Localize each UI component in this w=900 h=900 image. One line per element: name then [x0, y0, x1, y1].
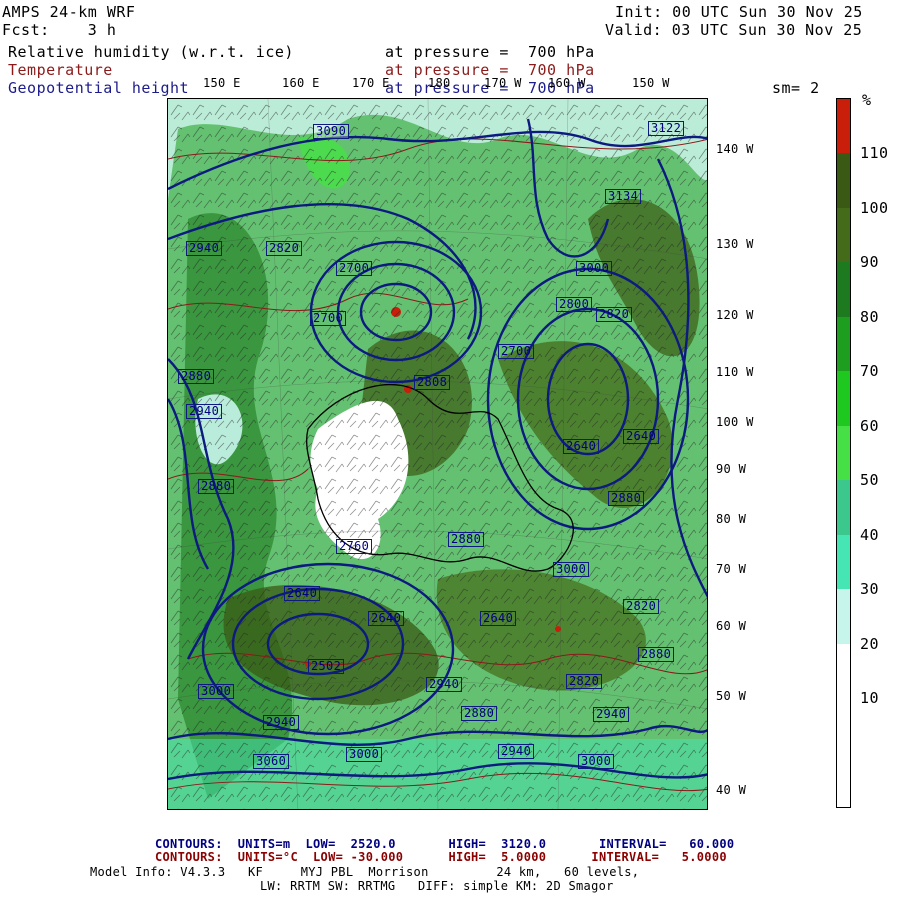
lat-label: 130 W [716, 237, 754, 251]
lon-label: 160 W [548, 76, 586, 90]
lat-label: 110 W [716, 365, 754, 379]
contour-label: 2640 [368, 611, 405, 626]
contour-label: 2880 [461, 706, 498, 721]
contour-label: 2940 [426, 677, 463, 692]
lat-label: 100 W [716, 415, 754, 429]
contour-label: 2880 [448, 532, 485, 547]
contour-label: 2880 [178, 369, 215, 384]
colorbar-segment [837, 752, 850, 808]
colorbar-segment [837, 425, 850, 481]
field-rh-name: Relative humidity (w.r.t. ice) [8, 43, 294, 61]
colorbar-label: 40 [860, 525, 880, 544]
contour-label: 3000 [576, 261, 613, 276]
colorbar-segment [837, 698, 850, 754]
contour-label: 2820 [566, 674, 603, 689]
contour-label: 2880 [608, 491, 645, 506]
contour-label: 3000 [553, 562, 590, 577]
contour-label: 2820 [623, 599, 660, 614]
field-height-name: Geopotential height [8, 79, 190, 97]
colorbar-label: 20 [860, 634, 880, 653]
contour-label: 3060 [253, 754, 290, 769]
forecast-hour: Fcst: 3 h [2, 21, 117, 39]
contour-label: 2940 [593, 707, 630, 722]
contour-label: 2700 [310, 311, 347, 326]
lat-label: 60 W [716, 619, 747, 633]
valid-time: Valid: 03 UTC Sun 30 Nov 25 [605, 21, 863, 39]
footer-temp-contours: CONTOURS: UNITS=°C LOW= -30.000 HIGH= 5.… [155, 850, 727, 864]
footer-model-info-2: LW: RRTM SW: RRTMG DIFF: simple KM: 2D S… [260, 879, 614, 893]
lon-label: 170 E [352, 76, 390, 90]
contour-label: 2640 [480, 611, 517, 626]
lon-label: 150 E [203, 76, 241, 90]
contour-label: 3000 [346, 747, 383, 762]
contour-label: 2800 [556, 297, 593, 312]
contour-label: 2940 [263, 715, 300, 730]
weather-map: 3090 2940 2820 2700 2700 2800 3000 2808 … [167, 98, 708, 810]
contour-label: 3090 [313, 124, 350, 139]
colorbar-label: 110 [860, 144, 889, 163]
contour-label: 2640 [284, 586, 321, 601]
lon-label: 150 W [632, 76, 670, 90]
contour-label: 3122 [648, 121, 685, 136]
lat-label: 50 W [716, 689, 747, 703]
lat-label: 40 W [716, 783, 747, 797]
contour-label: 2808 [414, 375, 451, 390]
contour-label: 2940 [498, 744, 535, 759]
map-graphics [168, 99, 707, 809]
contour-label: 2760 [336, 539, 373, 554]
contour-label: 2820 [266, 241, 303, 256]
contour-label: 3000 [198, 684, 235, 699]
lon-label: 180 [428, 76, 451, 90]
field-rh-level: at pressure = 700 hPa [385, 43, 595, 61]
init-time: Init: 00 UTC Sun 30 Nov 25 [615, 3, 863, 21]
colorbar-label: 80 [860, 307, 880, 326]
lon-label: 170 W [484, 76, 522, 90]
colorbar-label: 10 [860, 689, 880, 708]
colorbar-segment [837, 534, 850, 590]
contour-label: 2502 [308, 659, 345, 674]
lat-label: 140 W [716, 142, 754, 156]
contour-label: 2640 [563, 439, 600, 454]
lat-label: 120 W [716, 308, 754, 322]
colorbar [836, 98, 851, 808]
colorbar-label: 60 [860, 416, 880, 435]
lat-label: 80 W [716, 512, 747, 526]
contour-label: 2640 [623, 429, 660, 444]
contour-label: 2940 [186, 241, 223, 256]
colorbar-unit: % [862, 91, 872, 109]
colorbar-segment [837, 153, 850, 209]
field-temp-name: Temperature [8, 61, 113, 79]
colorbar-label: 70 [860, 362, 880, 381]
colorbar-segment [837, 589, 850, 645]
lat-label: 70 W [716, 562, 747, 576]
colorbar-segment [837, 371, 850, 427]
colorbar-segment [837, 480, 850, 536]
model-title: AMPS 24-km WRF [2, 3, 136, 21]
colorbar-label: 100 [860, 198, 889, 217]
colorbar-segment [837, 207, 850, 263]
smoothing-label: sm= 2 [772, 79, 820, 97]
colorbar-segment [837, 643, 850, 699]
colorbar-label: 30 [860, 580, 880, 599]
contour-label: 2700 [336, 261, 373, 276]
contour-label: 2700 [498, 344, 535, 359]
colorbar-segment [837, 99, 850, 154]
footer-model-info: Model Info: V4.3.3 KF MYJ PBL Morrison 2… [90, 865, 640, 879]
colorbar-segment [837, 316, 850, 372]
colorbar-label: 50 [860, 471, 880, 490]
contour-label: 2820 [596, 307, 633, 322]
contour-label: 3134 [605, 189, 642, 204]
contour-label: 2880 [198, 479, 235, 494]
contour-label: 2880 [638, 647, 675, 662]
colorbar-label: 90 [860, 253, 880, 272]
contour-label: 2940 [186, 404, 223, 419]
contour-label: 3000 [578, 754, 615, 769]
wind-barbs [168, 99, 707, 809]
lat-label: 90 W [716, 462, 747, 476]
lon-label: 160 E [282, 76, 320, 90]
colorbar-segment [837, 262, 850, 318]
